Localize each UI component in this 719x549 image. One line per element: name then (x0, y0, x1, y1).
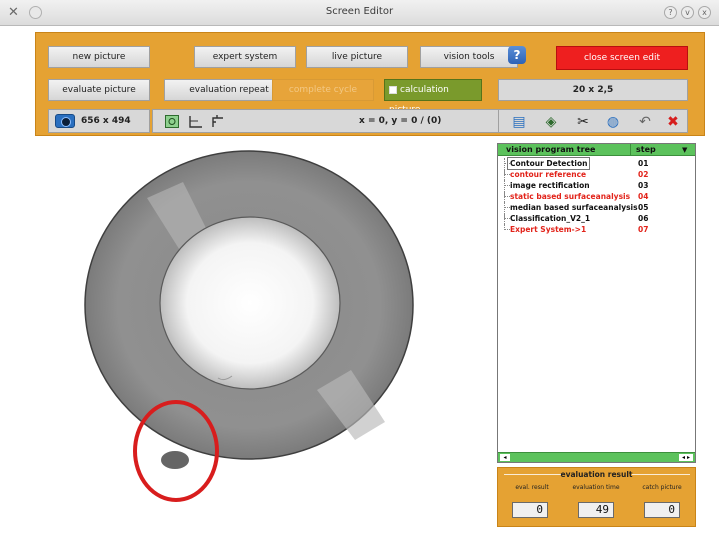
delete-icon[interactable]: ✖ (665, 114, 681, 130)
tree-row-name: Contour Detection (506, 157, 591, 170)
evaluation-result-panel: evaluation result eval. result evaluatio… (497, 467, 696, 527)
coordinates-readout: x = 0, y = 0 / (0) (359, 116, 442, 126)
evaluation-time-value: 49 (578, 502, 614, 518)
resolution-display: 656 x 494 (48, 109, 150, 133)
tree-row[interactable]: Expert System->1 07 (498, 224, 695, 235)
resolution-label: 656 x 494 (81, 116, 131, 126)
vision-tools-button[interactable]: vision tools (420, 46, 518, 68)
scroll-right-icon[interactable]: ◂ ▸ (679, 454, 693, 461)
tree-row-name: Classification_V2_1 (510, 214, 591, 223)
evaluation-time-label: evaluation time (572, 484, 620, 491)
window-title: Screen Editor (325, 6, 394, 17)
tree-row-step: 04 (638, 192, 649, 201)
calculation-picture-toggle[interactable]: calculation picture (384, 79, 482, 115)
tree-row[interactable]: median based surfaceanalysis 05 (498, 202, 695, 213)
tree-row-step: 02 (638, 170, 649, 179)
tree-column-step[interactable]: step (636, 144, 656, 156)
catch-picture-label: catch picture (642, 484, 682, 491)
tree-row[interactable]: Contour Detection 01 (498, 157, 695, 170)
live-picture-button[interactable]: live picture (306, 46, 408, 68)
close-wm-button[interactable]: x (698, 6, 711, 19)
undo-icon[interactable]: ↶ (637, 114, 653, 130)
eval-result-label: eval. result (515, 484, 549, 491)
scroll-left-icon[interactable]: ◂ (500, 454, 510, 461)
evaluation-result-title: evaluation result (560, 470, 633, 479)
erase-icon[interactable]: ◈ (543, 114, 559, 130)
view-tools-strip: x = 0, y = 0 / (0) (152, 109, 520, 133)
help-icon[interactable]: ? (508, 46, 526, 64)
tree-header: vision program tree step ▼ (498, 144, 695, 156)
tree-row-step: 01 (638, 159, 649, 168)
tree-row-name: image rectification (510, 181, 590, 190)
help-wm-button[interactable]: ? (664, 6, 677, 19)
tree-row-name: static based surfaceanalysis (510, 192, 631, 201)
tree-row-step: 05 (638, 203, 649, 212)
inspection-image-area[interactable] (35, 140, 490, 545)
eval-result-value: 0 (512, 502, 548, 518)
tree-row[interactable]: static based surfaceanalysis 04 (498, 191, 695, 202)
catch-picture-value: 0 (644, 502, 680, 518)
fit-view-icon[interactable] (165, 115, 179, 128)
window-controls: ? v x (664, 6, 711, 19)
tree-row[interactable]: image rectification 03 (498, 180, 695, 191)
close-screen-edit-button[interactable]: close screen edit (556, 46, 688, 70)
tree-row-step: 07 (638, 225, 649, 234)
checkbox[interactable] (389, 85, 397, 94)
measure-tool-icon[interactable] (211, 115, 225, 128)
tree-row-name: contour reference (510, 170, 587, 179)
angle-tool-icon[interactable] (189, 115, 203, 128)
tree-row[interactable]: contour reference 02 (498, 169, 695, 180)
tree-horizontal-scrollbar[interactable]: ◂ ◂ ▸ (498, 452, 695, 462)
action-icons-strip: ▤ ◈ ✂ ◍ ↶ ✖ (498, 109, 688, 133)
open-folder-icon[interactable]: ▤ (511, 114, 527, 130)
tree-row-name: Expert System->1 (510, 225, 587, 234)
evaluate-picture-button[interactable]: evaluate picture (48, 79, 150, 101)
tree-column-name[interactable]: vision program tree (506, 144, 595, 156)
title-bar: ✕ Screen Editor ? v x (0, 0, 719, 26)
inspected-part-image[interactable] (35, 140, 490, 545)
new-picture-button[interactable]: new picture (48, 46, 150, 68)
control-panel: new picture expert system live picture v… (35, 32, 705, 136)
tree-row[interactable]: Classification_V2_1 06 (498, 213, 695, 224)
expert-system-button[interactable]: expert system (194, 46, 296, 68)
tree-row-step: 06 (638, 214, 649, 223)
tree-row-name: median based surfaceanalysis (510, 203, 638, 212)
settings-globe-icon[interactable]: ◍ (605, 114, 621, 130)
scissors-icon[interactable]: ✂ (575, 114, 591, 130)
vision-program-tree[interactable]: vision program tree step ▼ Contour Detec… (497, 143, 696, 463)
camera-icon[interactable] (55, 113, 75, 128)
complete-cycle-button[interactable]: complete cycle (272, 79, 374, 101)
screen-editor-window: ✕ Screen Editor ? v x new picture expert… (0, 0, 719, 546)
sort-down-icon[interactable]: ▼ (682, 144, 687, 156)
minimize-wm-button[interactable]: v (681, 6, 694, 19)
size-value-display: 20 x 2,5 (498, 79, 688, 101)
tree-row-step: 03 (638, 181, 649, 190)
